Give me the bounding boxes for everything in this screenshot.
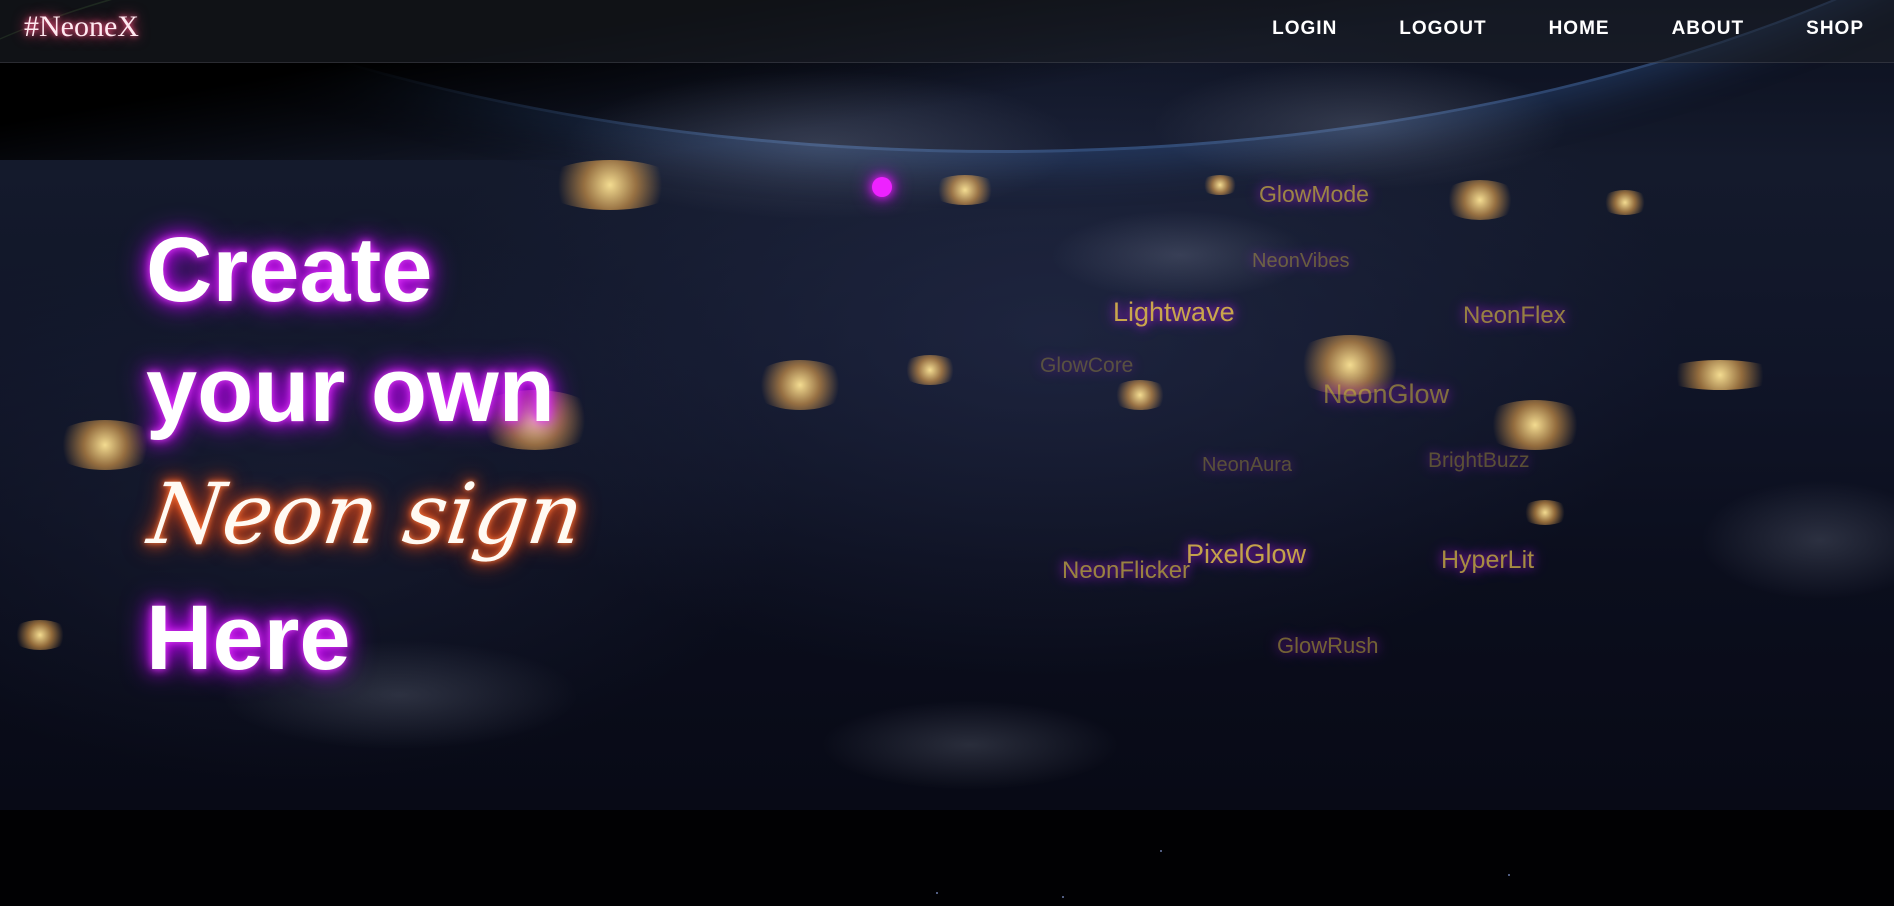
- top-navbar: #NeoneX LOGIN LOGOUT HOME ABOUT SHOP: [0, 0, 1894, 63]
- hero-line-create: Create: [146, 219, 433, 321]
- city-lights: [1480, 400, 1590, 450]
- cloud: [1150, 60, 1570, 190]
- city-lights: [1600, 190, 1650, 215]
- star: [1508, 874, 1510, 876]
- word-glowcore: GlowCore: [1040, 354, 1134, 377]
- star: [1062, 896, 1064, 898]
- bottom-space-band: [0, 810, 1894, 906]
- cloud: [1700, 480, 1894, 600]
- word-lightwave: Lightwave: [1113, 297, 1235, 327]
- city-lights: [930, 175, 1000, 205]
- nav-about-link[interactable]: ABOUT: [1672, 18, 1745, 40]
- city-lights: [1200, 175, 1240, 195]
- hero-line-your-own: your own: [146, 339, 555, 441]
- word-brightbuzz: BrightBuzz: [1428, 449, 1530, 472]
- word-pixelglow: PixelGlow: [1186, 539, 1307, 569]
- nav-login-link[interactable]: LOGIN: [1272, 18, 1337, 40]
- city-lights: [1660, 360, 1780, 390]
- hero-heading: Create your own Neon sign Here: [143, 210, 589, 698]
- word-hyperlit: HyperLit: [1441, 546, 1535, 574]
- glowing-dot: [872, 177, 892, 197]
- word-neonaura: NeonAura: [1202, 454, 1293, 476]
- hero-line-here: Here: [146, 587, 351, 689]
- word-neonflicker: NeonFlicker: [1062, 557, 1191, 584]
- city-lights: [750, 360, 850, 410]
- word-glowmode: GlowMode: [1259, 181, 1369, 207]
- city-lights: [50, 420, 160, 470]
- nav-links: LOGIN LOGOUT HOME ABOUT SHOP: [1210, 18, 1864, 40]
- city-lights: [1110, 380, 1170, 410]
- city-lights: [900, 355, 960, 385]
- city-lights: [1520, 500, 1570, 525]
- nav-home-link[interactable]: HOME: [1549, 18, 1610, 40]
- city-lights: [540, 160, 680, 210]
- hero-line-neon-sign: Neon sign: [143, 465, 590, 563]
- city-lights: [10, 620, 70, 650]
- page: #NeoneX LOGIN LOGOUT HOME ABOUT SHOP Cre…: [0, 0, 1894, 906]
- city-lights: [1440, 180, 1520, 220]
- nav-logout-link[interactable]: LOGOUT: [1399, 18, 1486, 40]
- star: [936, 892, 938, 894]
- brand-logo[interactable]: #NeoneX: [24, 10, 139, 44]
- cloud: [820, 700, 1120, 790]
- word-neonglow: NeonGlow: [1323, 379, 1450, 409]
- word-glowrush: GlowRush: [1277, 633, 1379, 658]
- star: [1160, 850, 1162, 852]
- nav-shop-link[interactable]: SHOP: [1806, 18, 1864, 40]
- word-neonvibes: NeonVibes: [1252, 250, 1350, 272]
- word-neonflex: NeonFlex: [1463, 302, 1566, 329]
